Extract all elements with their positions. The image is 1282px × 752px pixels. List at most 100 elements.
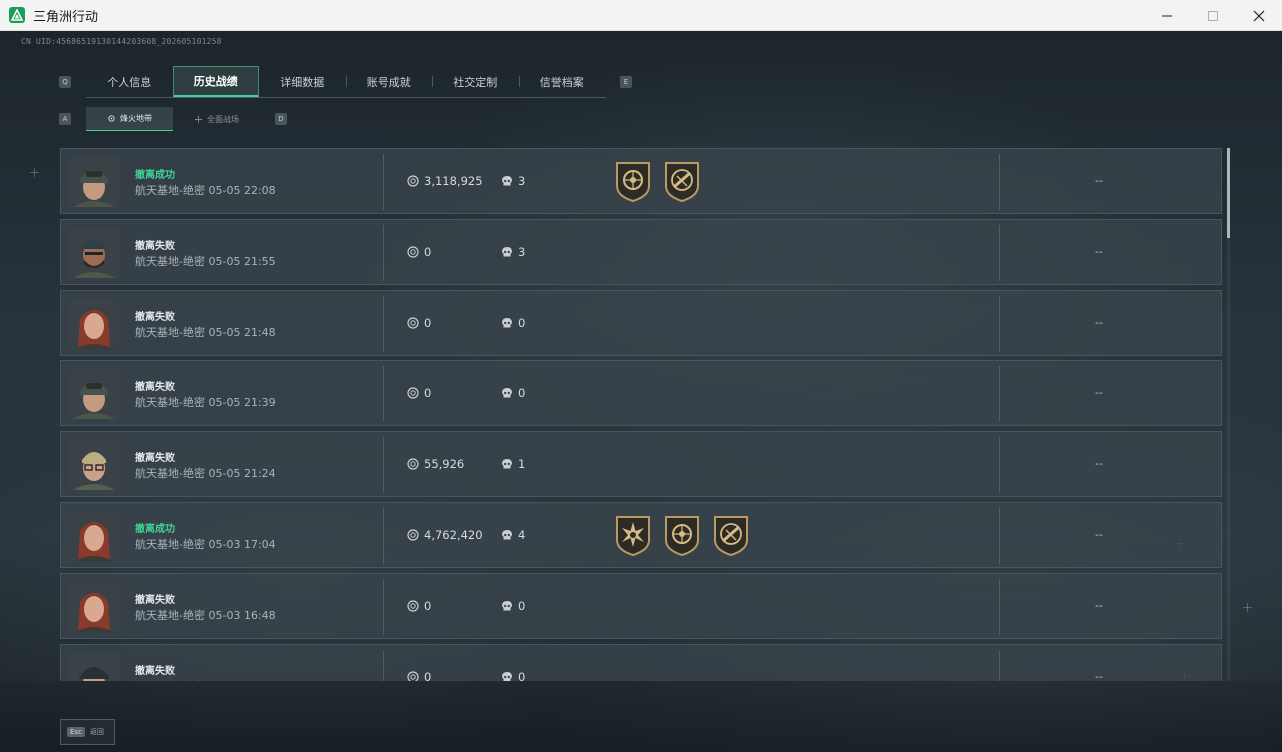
- skull-icon: [502, 459, 512, 469]
- prev-subtab-key[interactable]: A: [59, 113, 71, 125]
- tab-1[interactable]: 历史战绩: [172, 66, 259, 97]
- loot-value: 0: [407, 599, 431, 613]
- column-divider: [383, 507, 384, 564]
- match-history-list: 撤离成功 航天基地-绝密 05-05 22:08 3,118,925 3 -- 撤离失败航…: [60, 148, 1223, 681]
- coin-icon: [407, 387, 419, 399]
- next-subtab-key[interactable]: D: [275, 113, 287, 125]
- extra-info: --: [1095, 669, 1103, 681]
- back-button[interactable]: Esc 返回: [60, 719, 115, 745]
- window-title: 三角洲行动: [33, 8, 99, 24]
- loot-value: 0: [407, 386, 431, 400]
- match-record-row[interactable]: 撤离失败 航天基地-绝密 05-05 21:48 0 0 --: [60, 289, 1222, 356]
- extra-info: --: [1095, 174, 1103, 187]
- close-button[interactable]: [1236, 0, 1282, 31]
- kill-count: 3: [501, 174, 525, 188]
- tab-3[interactable]: 账号成就: [345, 66, 433, 97]
- kill-count-text: 0: [518, 315, 526, 330]
- skull-icon: [502, 246, 512, 257]
- loot-value-text: 55,926: [424, 457, 465, 472]
- badge-rifle-icon: [712, 514, 750, 560]
- uid-label: CN UID:4568651913014420360​8_20260510125…: [21, 37, 222, 46]
- column-divider: [383, 224, 384, 281]
- match-time: 05-05 21:48: [208, 325, 276, 339]
- badge-star-icon: [614, 514, 652, 560]
- column-divider: [999, 578, 1000, 635]
- minimize-button[interactable]: [1144, 0, 1190, 31]
- maximize-icon: [1208, 10, 1218, 21]
- bottom-bar: [0, 681, 1282, 752]
- match-record-row[interactable]: 撤离失败 航天基地-绝密 05-05 21:55 0 3 --: [60, 218, 1222, 285]
- kill-count: 4: [501, 528, 525, 542]
- subtab-0[interactable]: 烽火地带: [86, 107, 173, 131]
- match-record-row[interactable]: 撤离成功 航天基地-绝密 05-05 22:08 3,118,925 3 --: [60, 148, 1222, 214]
- badge-rifle-icon: [663, 160, 701, 206]
- loot-value: 0: [407, 245, 431, 259]
- match-time: 05-05 22:08: [208, 184, 276, 197]
- match-record-row[interactable]: 撤离失败 航天基地-绝密 05-05 21:39 0 0 --: [60, 360, 1222, 427]
- match-record-row[interactable]: 撤离成功 航天基地-绝密 05-03 17:04 4,762,420 4 --: [60, 501, 1222, 568]
- scrollbar-thumb[interactable]: [1227, 148, 1230, 238]
- map-name: 航天基地-绝密: [135, 467, 205, 481]
- loot-value: 4,762,420: [407, 528, 483, 542]
- decor-crosshair: [1243, 603, 1252, 612]
- map-name: 航天基地-绝密: [135, 537, 205, 551]
- operator-avatar: [69, 298, 119, 349]
- match-record-row[interactable]: 撤离失败 航天基地-绝密 05-03 16:48 0 0 --: [60, 572, 1222, 639]
- map-and-time: 航天基地-绝密 05-05 21:39: [135, 394, 276, 410]
- subtab-1[interactable]: 全面战场: [173, 107, 260, 131]
- map-name: 航天基地-绝密: [135, 396, 205, 410]
- back-label: 返回: [89, 728, 104, 736]
- close-icon: [1253, 10, 1265, 21]
- column-divider: [999, 224, 1000, 281]
- coin-icon: [407, 670, 419, 681]
- prev-tab-key[interactable]: Q: [59, 76, 71, 88]
- coin-icon: [407, 458, 419, 470]
- extra-info: --: [1095, 598, 1103, 612]
- loot-value-text: 3,118,925: [424, 174, 483, 188]
- column-divider: [383, 154, 384, 210]
- match-time: 05-05 21:39: [208, 396, 276, 410]
- map-and-time: 航天基地-绝密 05-03 17:04: [135, 536, 276, 552]
- coin-icon: [407, 316, 419, 329]
- esc-key: Esc: [67, 727, 85, 737]
- mode-subtabs: 烽火地带 全面战场: [86, 107, 260, 131]
- tab-2[interactable]: 详细数据: [259, 66, 346, 97]
- match-time: 05-03 16:48: [208, 608, 276, 622]
- loot-value: 0: [407, 670, 431, 681]
- match-time: 05-05 21:24: [208, 467, 276, 481]
- loot-value-text: 0: [424, 315, 432, 330]
- column-divider: [383, 366, 384, 423]
- maximize-button[interactable]: [1190, 0, 1236, 31]
- extra-info: --: [1095, 315, 1103, 329]
- operator-avatar: [69, 510, 119, 561]
- tab-4[interactable]: 社交定制: [432, 66, 519, 97]
- extra-info: --: [1095, 244, 1103, 258]
- next-tab-key[interactable]: E: [620, 76, 632, 88]
- kill-count-text: 3: [518, 174, 526, 188]
- loot-value-text: 0: [424, 669, 432, 681]
- extra-info: --: [1095, 527, 1103, 541]
- column-divider: [999, 437, 1000, 494]
- loot-value-text: 0: [424, 244, 432, 259]
- kill-count: 0: [501, 386, 525, 400]
- skull-icon: [502, 176, 512, 186]
- extraction-status: 撤离失败: [135, 240, 175, 252]
- tab-5[interactable]: 信誉档案: [518, 66, 606, 97]
- skull-icon: [502, 671, 512, 681]
- tab-0[interactable]: 个人信息: [86, 66, 173, 97]
- operator-avatar: [69, 227, 119, 278]
- extraction-status: 撤离失败: [135, 311, 175, 323]
- list-scrollbar[interactable]: [1227, 148, 1230, 681]
- column-divider: [383, 578, 384, 635]
- map-name: 航天基地-绝密: [135, 184, 205, 197]
- operator-avatar: [69, 652, 119, 681]
- loot-value-text: 4,762,420: [424, 527, 483, 542]
- loot-value: 3,118,925: [407, 174, 483, 188]
- map-and-time: 航天基地-绝密 05-05 21:48: [135, 324, 276, 340]
- match-record-row[interactable]: 撤离失败 航天基地-绝密 05-05 21:24 55,926 1 --: [60, 431, 1222, 498]
- kill-count-text: 1: [518, 457, 526, 472]
- kill-count: 0: [501, 599, 525, 613]
- extraction-status: 撤离成功: [135, 523, 175, 535]
- match-record-row[interactable]: 撤离失败航天基地-绝密 05-03 16:3400--: [60, 643, 1222, 681]
- kill-count-text: 0: [518, 598, 526, 613]
